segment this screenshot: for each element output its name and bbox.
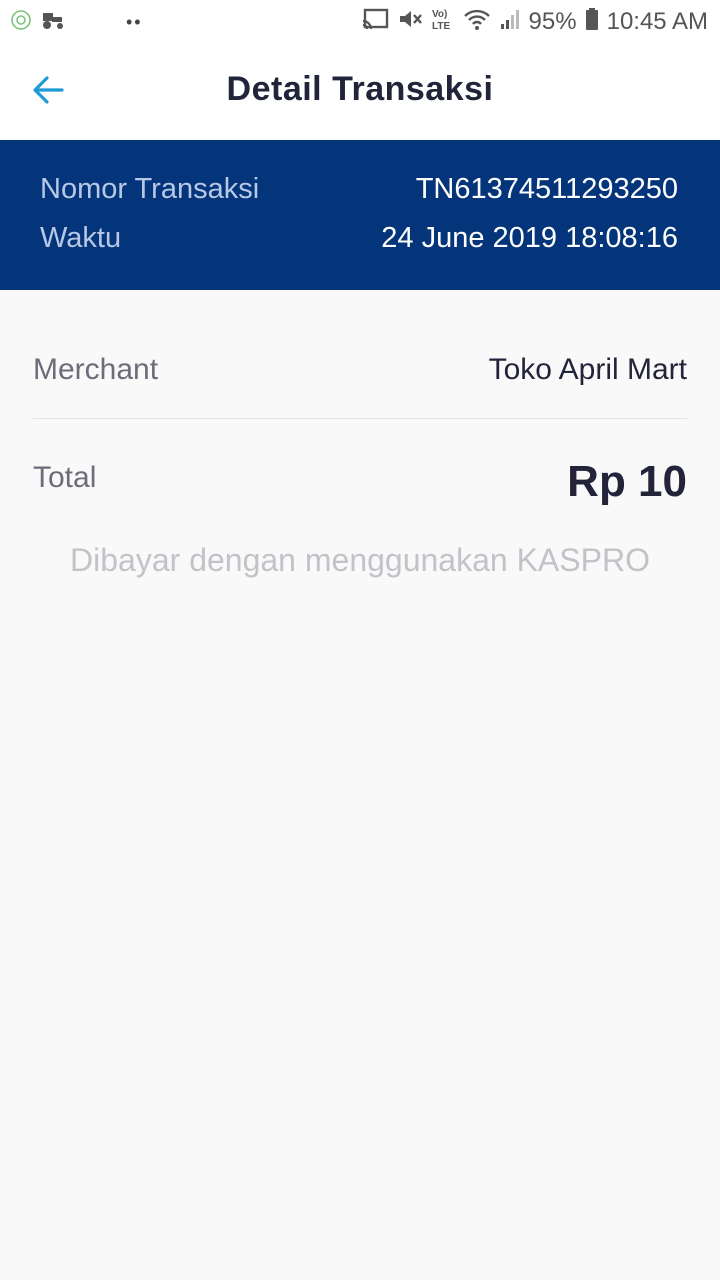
transaction-time-value: 24 June 2019 18:08:16 [381,221,678,254]
divider [33,418,687,419]
transaction-number-value: TN61374511293250 [415,172,678,205]
status-left-icons: •• [10,8,143,36]
merchant-row: Merchant Toko April Mart [33,348,687,392]
total-value: Rp 10 [567,457,687,506]
app-bar: Detail Transaksi [0,44,720,140]
volte-icon: Vo) LTE [431,6,455,39]
transaction-time-row: Waktu 24 June 2019 18:08:16 [40,218,678,258]
total-row: Total Rp 10 [33,452,687,512]
notification-dots: •• [126,11,143,32]
transaction-number-row: Nomor Transaksi TN61374511293250 [40,169,678,209]
clock: 10:45 AM [606,8,708,35]
payment-method-note: Dibayar dengan menggunakan KASPRO [70,542,650,578]
page-title: Detail Transaksi [226,70,494,108]
transaction-time-label: Waktu [40,221,122,254]
cast-icon [361,7,389,38]
svg-text:Vo): Vo) [432,9,447,20]
merchant-label: Merchant [33,353,159,386]
transaction-number-label: Nomor Transaksi [40,172,260,205]
merchant-value: Toko April Mart [488,353,687,386]
total-label: Total [33,461,97,494]
signal-icon [499,7,521,38]
svg-text:LTE: LTE [432,21,450,32]
transaction-header: Nomor Transaksi TN61374511293250 Waktu 2… [0,140,720,290]
wifi-icon [463,7,491,38]
status-bar: •• Vo) LTE 95% 10:45 AM [0,0,720,44]
mute-icon [397,7,423,38]
battery-icon [585,7,599,38]
tractor-icon [40,9,66,36]
battery-percent: 95% [528,8,577,35]
status-right-icons: Vo) LTE 95% 10:45 AM [361,6,708,38]
vpn-icon [10,8,32,37]
